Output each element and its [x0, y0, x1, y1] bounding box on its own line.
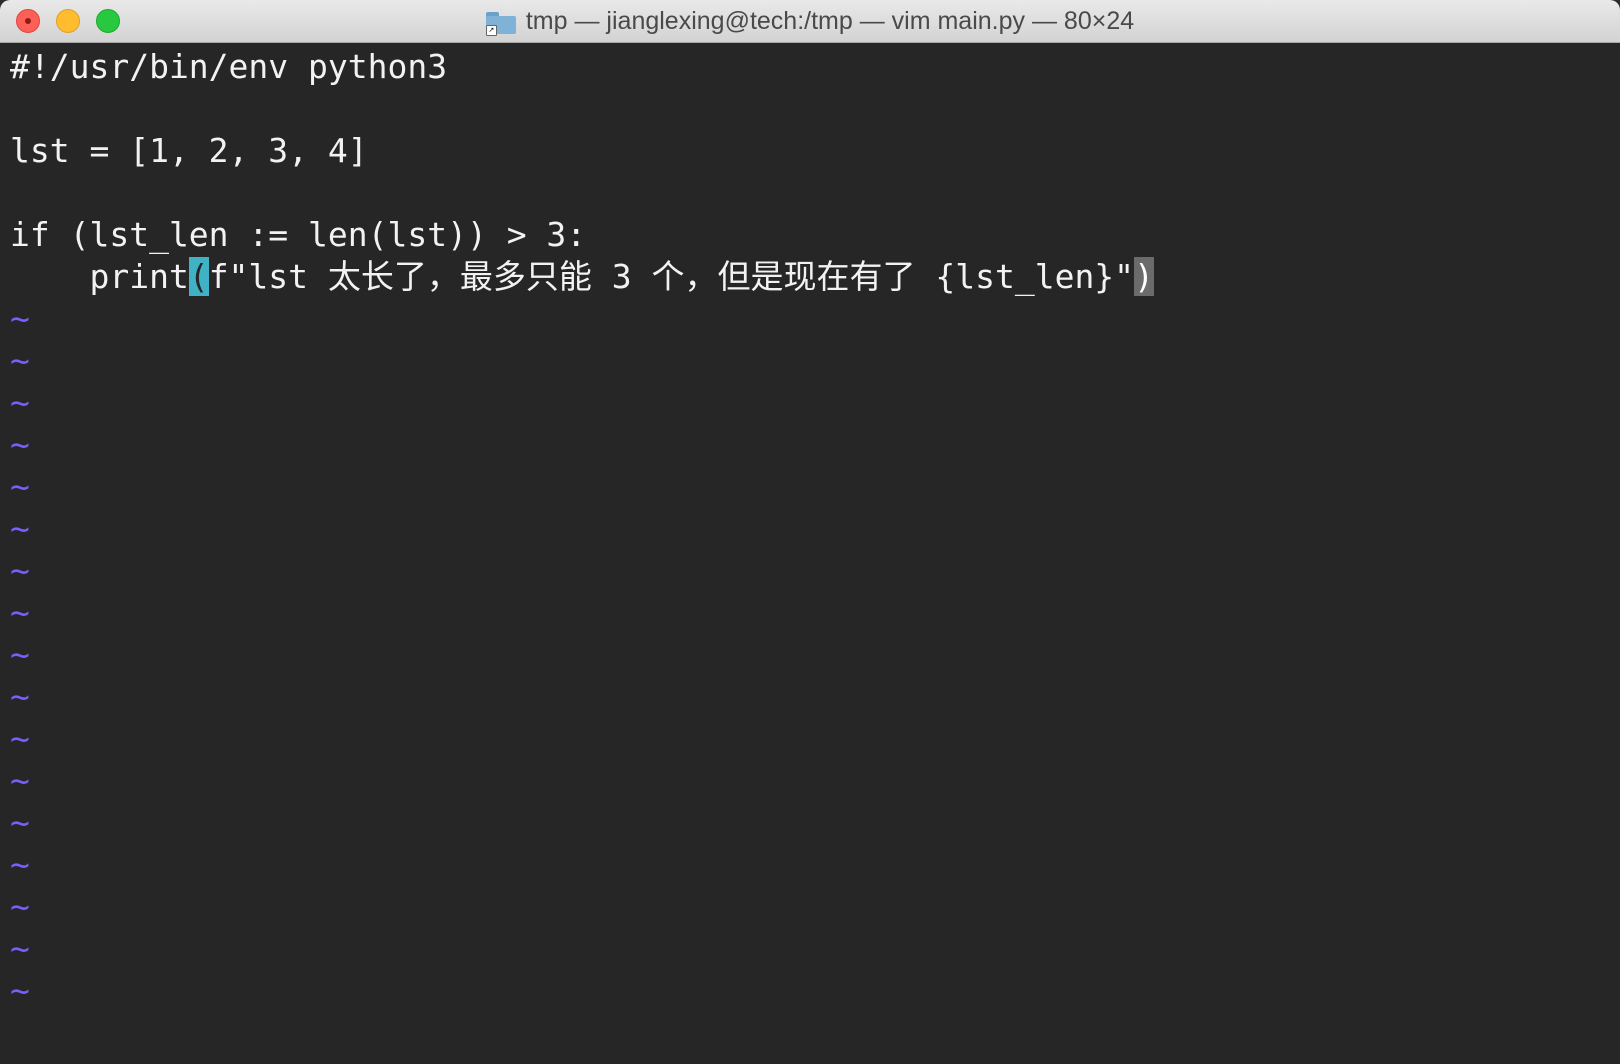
empty-line-marker: ~	[10, 677, 30, 716]
code-line-6: print(f"lst 太长了，最多只能 3 个，但是现在有了 {lst_len…	[10, 256, 1620, 298]
title-bar[interactable]: ↗ tmp — jianglexing@tech:/tmp — vim main…	[0, 0, 1620, 43]
code-line-6-string: f"lst 太长了，最多只能 3 个，但是现在有了 {lst_len}"	[208, 257, 1135, 296]
terminal-window: ↗ tmp — jianglexing@tech:/tmp — vim main…	[0, 0, 1620, 1064]
empty-line-marker: ~	[10, 551, 30, 590]
empty-line-marker: ~	[10, 509, 30, 548]
empty-line-marker: ~	[10, 425, 30, 464]
matching-paren-highlight: )	[1134, 257, 1154, 296]
empty-line-marker: ~	[10, 929, 30, 968]
empty-line-marker: ~	[10, 887, 30, 926]
empty-line-marker: ~	[10, 341, 30, 380]
empty-line-marker: ~	[10, 845, 30, 884]
window-title: tmp — jianglexing@tech:/tmp — vim main.p…	[525, 7, 1135, 35]
vim-editor[interactable]: #!/usr/bin/env python3 lst = [1, 2, 3, 4…	[0, 44, 1620, 1064]
text-cursor: (	[188, 257, 209, 296]
code-line-5: if (lst_len := len(lst)) > 3:	[10, 215, 587, 254]
code-line-6-prefix: print	[10, 257, 189, 296]
empty-line-marker: ~	[10, 803, 30, 842]
empty-line-marker: ~	[10, 971, 30, 1010]
empty-line-marker: ~	[10, 761, 30, 800]
empty-line-marker: ~	[10, 719, 30, 758]
empty-line-marker: ~	[10, 383, 30, 422]
folder-icon: ↗	[485, 11, 516, 36]
empty-line-marker: ~	[10, 467, 30, 506]
window-title-group: ↗ tmp — jianglexing@tech:/tmp — vim main…	[0, 0, 1620, 43]
empty-line-marker: ~	[10, 635, 30, 674]
empty-line-marker: ~	[10, 299, 30, 338]
code-line-1: #!/usr/bin/env python3	[10, 47, 448, 86]
empty-line-marker: ~	[10, 593, 30, 632]
code-line-3: lst = [1, 2, 3, 4]	[10, 131, 368, 170]
